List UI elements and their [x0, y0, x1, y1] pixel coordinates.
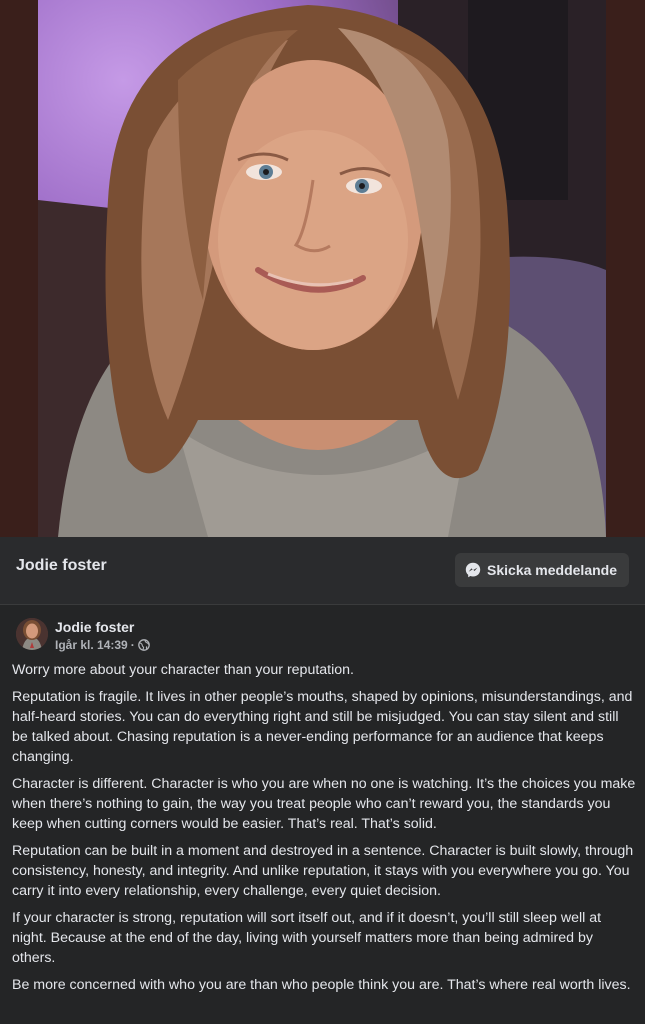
post-meta: Igår kl. 14:39 · [55, 638, 150, 652]
photo-frame [0, 0, 645, 537]
avatar[interactable] [16, 618, 48, 650]
profile-name[interactable]: Jodie foster [16, 557, 107, 575]
post-paragraph: Reputation can be built in a moment and … [12, 843, 634, 899]
post-paragraph: Character is different. Character is who… [12, 776, 636, 832]
post-paragraph: Worry more about your character than you… [12, 662, 354, 678]
post-timestamp[interactable]: Igår kl. 14:39 [55, 638, 128, 652]
globe-icon[interactable] [137, 639, 150, 651]
send-message-button[interactable]: Skicka meddelande [455, 553, 629, 587]
portrait-illustration [38, 0, 606, 537]
profile-bar: Jodie foster Skicka meddelande [0, 537, 645, 605]
messenger-icon [465, 562, 481, 578]
post-paragraph: Reputation is fragile. It lives in other… [12, 689, 633, 765]
post-author[interactable]: Jodie foster [55, 619, 134, 635]
meta-separator: · [130, 638, 135, 652]
post-paragraph: Be more concerned with who you are than … [12, 977, 631, 993]
post-body: Worry more about your character than you… [12, 660, 637, 1002]
profile-photo[interactable] [38, 0, 606, 537]
post: Jodie foster Igår kl. 14:39 · Worry more… [0, 605, 645, 1024]
send-message-label: Skicka meddelande [487, 562, 617, 578]
avatar-image [16, 618, 48, 650]
post-paragraph: If your character is strong, reputation … [12, 910, 602, 966]
